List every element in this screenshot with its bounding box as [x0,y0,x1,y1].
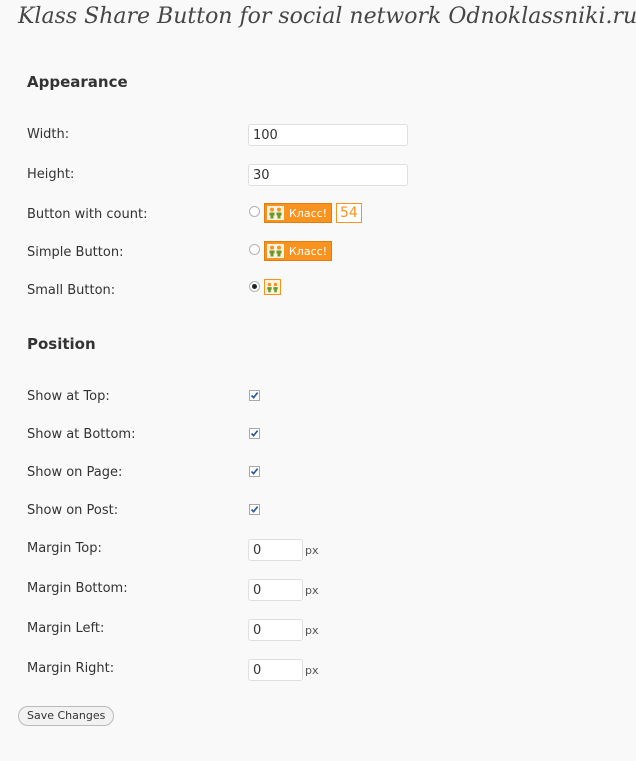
small-button-label: Small Button: [27,283,116,298]
position-heading: Position [27,335,96,353]
margin-bottom-input[interactable] [248,579,303,601]
checkmark-icon [250,392,259,399]
share-count: 54 [336,203,362,223]
margin-left-label: Margin Left: [27,621,105,636]
width-label: Width: [27,127,70,142]
show-at-top-label: Show at Top: [27,389,110,404]
appearance-heading: Appearance [27,73,128,91]
save-changes-button[interactable]: Save Changes [18,706,115,726]
page-title: Klass Share Button for social network Od… [18,4,636,29]
margin-top-unit: px [305,544,319,557]
button-with-count-text: Класс! [289,206,328,220]
margin-right-input[interactable] [248,659,303,681]
margin-top-label: Margin Top: [27,541,102,556]
width-input[interactable] [248,124,408,146]
margin-bottom-label: Margin Bottom: [27,581,128,596]
margin-left-unit: px [305,624,319,637]
small-button-preview [264,279,281,295]
margin-left-input[interactable] [248,619,303,641]
button-with-count-radio[interactable] [249,206,260,217]
height-input[interactable] [248,164,408,186]
margin-right-label: Margin Right: [27,661,115,676]
height-label: Height: [27,167,75,182]
simple-button-label: Simple Button: [27,245,124,260]
show-on-post-label: Show on Post: [27,503,119,518]
button-with-count-label: Button with count: [27,207,148,222]
odnoklassniki-logo-icon [267,206,284,220]
checkmark-icon [250,506,259,513]
margin-right-unit: px [305,664,319,677]
show-on-page-label: Show on Page: [27,465,123,480]
margin-bottom-unit: px [305,584,319,597]
simple-button-preview: Класс! [264,241,333,261]
odnoklassniki-logo-icon [267,244,284,258]
small-button-radio[interactable] [249,281,260,292]
checkmark-icon [250,430,259,437]
checkmark-icon [250,468,259,475]
button-with-count-preview: Класс! [264,203,333,223]
show-at-bottom-checkbox[interactable] [249,428,260,439]
simple-button-text: Класс! [289,244,328,258]
odnoklassniki-logo-icon [267,282,278,292]
simple-button-radio[interactable] [249,244,260,255]
show-on-post-checkbox[interactable] [249,504,260,515]
show-on-page-checkbox[interactable] [249,466,260,477]
show-at-bottom-label: Show at Bottom: [27,427,136,442]
margin-top-input[interactable] [248,539,303,561]
show-at-top-checkbox[interactable] [249,390,260,401]
